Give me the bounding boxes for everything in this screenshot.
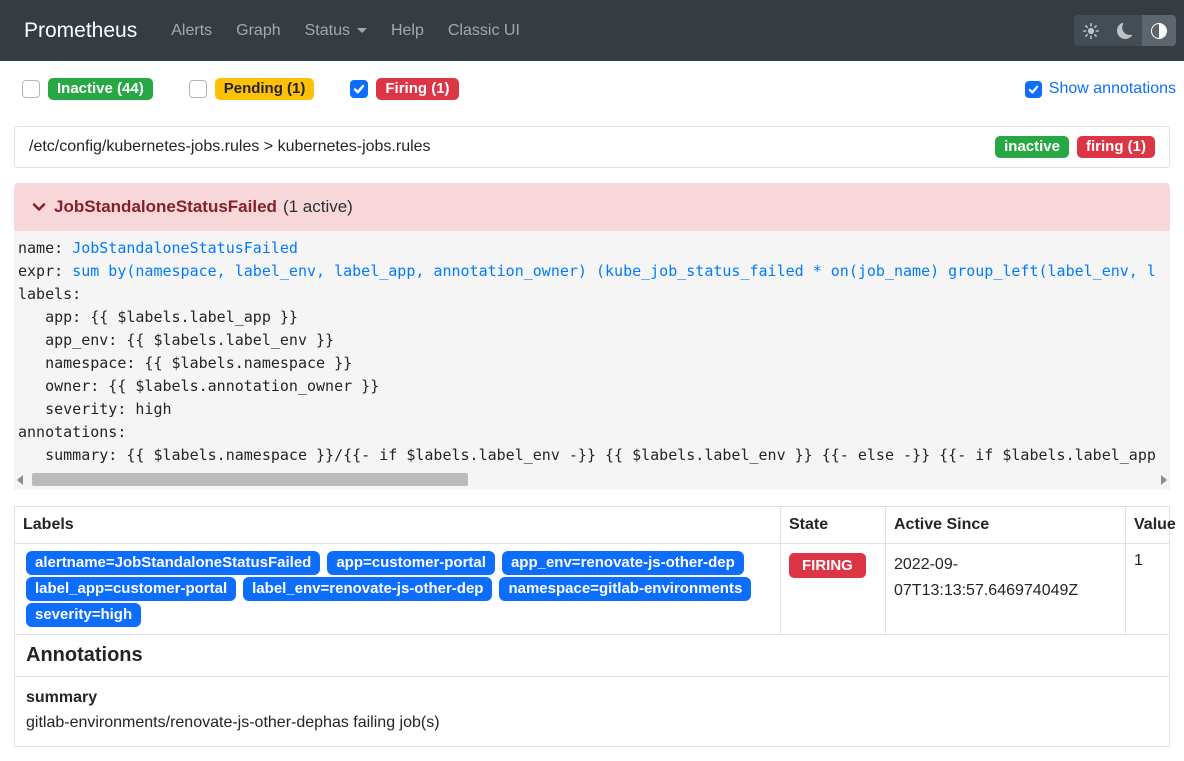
scrollbar-thumb[interactable] <box>32 473 468 486</box>
rule-expr-link[interactable]: sum by(namespace, label_env, label_app, … <box>72 262 1156 280</box>
filter-inactive: Inactive (44) <box>22 78 153 100</box>
annotation-key: summary <box>26 685 1158 710</box>
annotation-value: gitlab-environments/renovate-js-other-de… <box>26 710 1158 736</box>
auto-theme-button[interactable] <box>1142 15 1176 46</box>
alert-state-cell: FIRING <box>781 544 886 634</box>
label-badge-label-env[interactable]: label_env=renovate-js-other-dep <box>243 577 492 601</box>
circle-half-icon <box>1151 23 1167 39</box>
code-line: expr: sum by(namespace, label_env, label… <box>18 262 1156 280</box>
rule-group-card: /etc/config/kubernetes-jobs.rules > kube… <box>14 126 1170 168</box>
firing-state-badge: FIRING <box>789 553 866 578</box>
code-line: annotations: <box>18 423 126 441</box>
light-theme-button[interactable] <box>1074 15 1108 46</box>
nav-item-status-dropdown[interactable]: Status <box>293 22 379 40</box>
alert-labels-cell: alertname=JobStandaloneStatusFailed app=… <box>15 544 781 634</box>
dark-theme-button[interactable] <box>1108 15 1142 46</box>
code-line: severity: high <box>18 400 172 418</box>
rule-definition-codeblock: name: JobStandaloneStatusFailed expr: su… <box>14 231 1170 490</box>
firing-count-badge: firing (1) <box>1077 136 1155 158</box>
check-icon <box>1028 84 1039 95</box>
inactive-filter-badge[interactable]: Inactive (44) <box>48 78 153 100</box>
annotation-item: summary gitlab-environments/renovate-js-… <box>15 677 1169 746</box>
annotations-heading: Annotations <box>26 644 143 666</box>
label-badge-app[interactable]: app=customer-portal <box>327 551 495 575</box>
alert-rule-panel: JobStandaloneStatusFailed (1 active) nam… <box>14 183 1170 490</box>
code-line: summary: {{ $labels.namespace }}/{{- if … <box>18 446 1156 464</box>
theme-toggle-group <box>1074 15 1176 46</box>
nav-item-graph[interactable]: Graph <box>224 22 292 40</box>
alert-active-count: (1 active) <box>283 197 353 217</box>
rule-group-title: /etc/config/kubernetes-jobs.rules > kube… <box>29 138 431 156</box>
firing-filter-badge[interactable]: Firing (1) <box>376 78 458 100</box>
pending-filter-badge[interactable]: Pending (1) <box>215 78 315 100</box>
label-badge-label-app[interactable]: label_app=customer-portal <box>26 577 236 601</box>
table-header-row: Labels State Active Since Value <box>15 507 1169 544</box>
code-line: app: {{ $labels.label_app }} <box>18 308 298 326</box>
show-annotations-checkbox[interactable] <box>1025 81 1042 98</box>
nav-links: Alerts Graph Status Help Classic UI <box>159 22 532 40</box>
chevron-down-icon <box>29 197 49 217</box>
firing-filter-checkbox[interactable] <box>350 80 368 98</box>
nav-item-help[interactable]: Help <box>379 22 436 40</box>
column-header-active-since: Active Since <box>886 507 1126 543</box>
moon-icon <box>1117 23 1133 39</box>
label-badge-namespace[interactable]: namespace=gitlab-environments <box>499 577 751 601</box>
active-alerts-table: Labels State Active Since Value alertnam… <box>14 506 1170 747</box>
column-header-value: Value <box>1126 507 1184 543</box>
label-badge-app-env[interactable]: app_env=renovate-js-other-dep <box>502 551 744 575</box>
label-badge-alertname[interactable]: alertname=JobStandaloneStatusFailed <box>26 551 320 575</box>
code-line: app_env: {{ $labels.label_env }} <box>18 331 334 349</box>
code-line: owner: {{ $labels.annotation_owner }} <box>18 377 379 395</box>
column-header-state: State <box>781 507 886 543</box>
code-line: labels: <box>18 285 81 303</box>
rule-yaml: name: JobStandaloneStatusFailed expr: su… <box>14 237 1170 467</box>
column-header-labels: Labels <box>15 507 781 543</box>
inactive-filter-checkbox[interactable] <box>22 80 40 98</box>
rule-group-badges: inactive firing (1) <box>995 136 1155 158</box>
caret-down-icon <box>357 28 367 33</box>
brand-prometheus[interactable]: Prometheus <box>24 19 137 43</box>
scroll-right-arrow-icon[interactable] <box>1161 475 1167 485</box>
label-badge-severity[interactable]: severity=high <box>26 603 141 627</box>
table-row: alertname=JobStandaloneStatusFailed app=… <box>15 544 1169 635</box>
annotations-heading-row: Annotations <box>15 635 1169 677</box>
alert-active-since-cell: 2022-09-07T13:13:57.646974049Z <box>886 544 1126 634</box>
filter-pending: Pending (1) <box>189 78 315 100</box>
code-line: name: JobStandaloneStatusFailed <box>18 239 298 257</box>
alert-rule-header[interactable]: JobStandaloneStatusFailed (1 active) <box>14 183 1170 231</box>
show-annotations-toggle: Show annotations <box>1025 80 1176 98</box>
alert-value-cell: 1 <box>1126 544 1169 634</box>
sun-icon <box>1083 23 1099 39</box>
navbar: Prometheus Alerts Graph Status Help Clas… <box>0 0 1184 61</box>
code-line: namespace: {{ $labels.namespace }} <box>18 354 352 372</box>
filter-firing: Firing (1) <box>350 78 458 100</box>
horizontal-scrollbar[interactable] <box>16 473 1168 486</box>
show-annotations-label[interactable]: Show annotations <box>1049 80 1176 98</box>
alert-filter-bar: Inactive (44) Pending (1) Firing (1) Sho… <box>22 78 1176 100</box>
pending-filter-checkbox[interactable] <box>189 80 207 98</box>
alert-rule-name: JobStandaloneStatusFailed <box>54 197 277 217</box>
nav-item-alerts[interactable]: Alerts <box>159 22 224 40</box>
inactive-count-badge: inactive <box>995 136 1069 158</box>
scroll-left-arrow-icon[interactable] <box>17 475 23 485</box>
nav-item-classic-ui[interactable]: Classic UI <box>436 22 532 40</box>
check-icon <box>353 83 365 95</box>
rule-name-link[interactable]: JobStandaloneStatusFailed <box>72 239 298 257</box>
